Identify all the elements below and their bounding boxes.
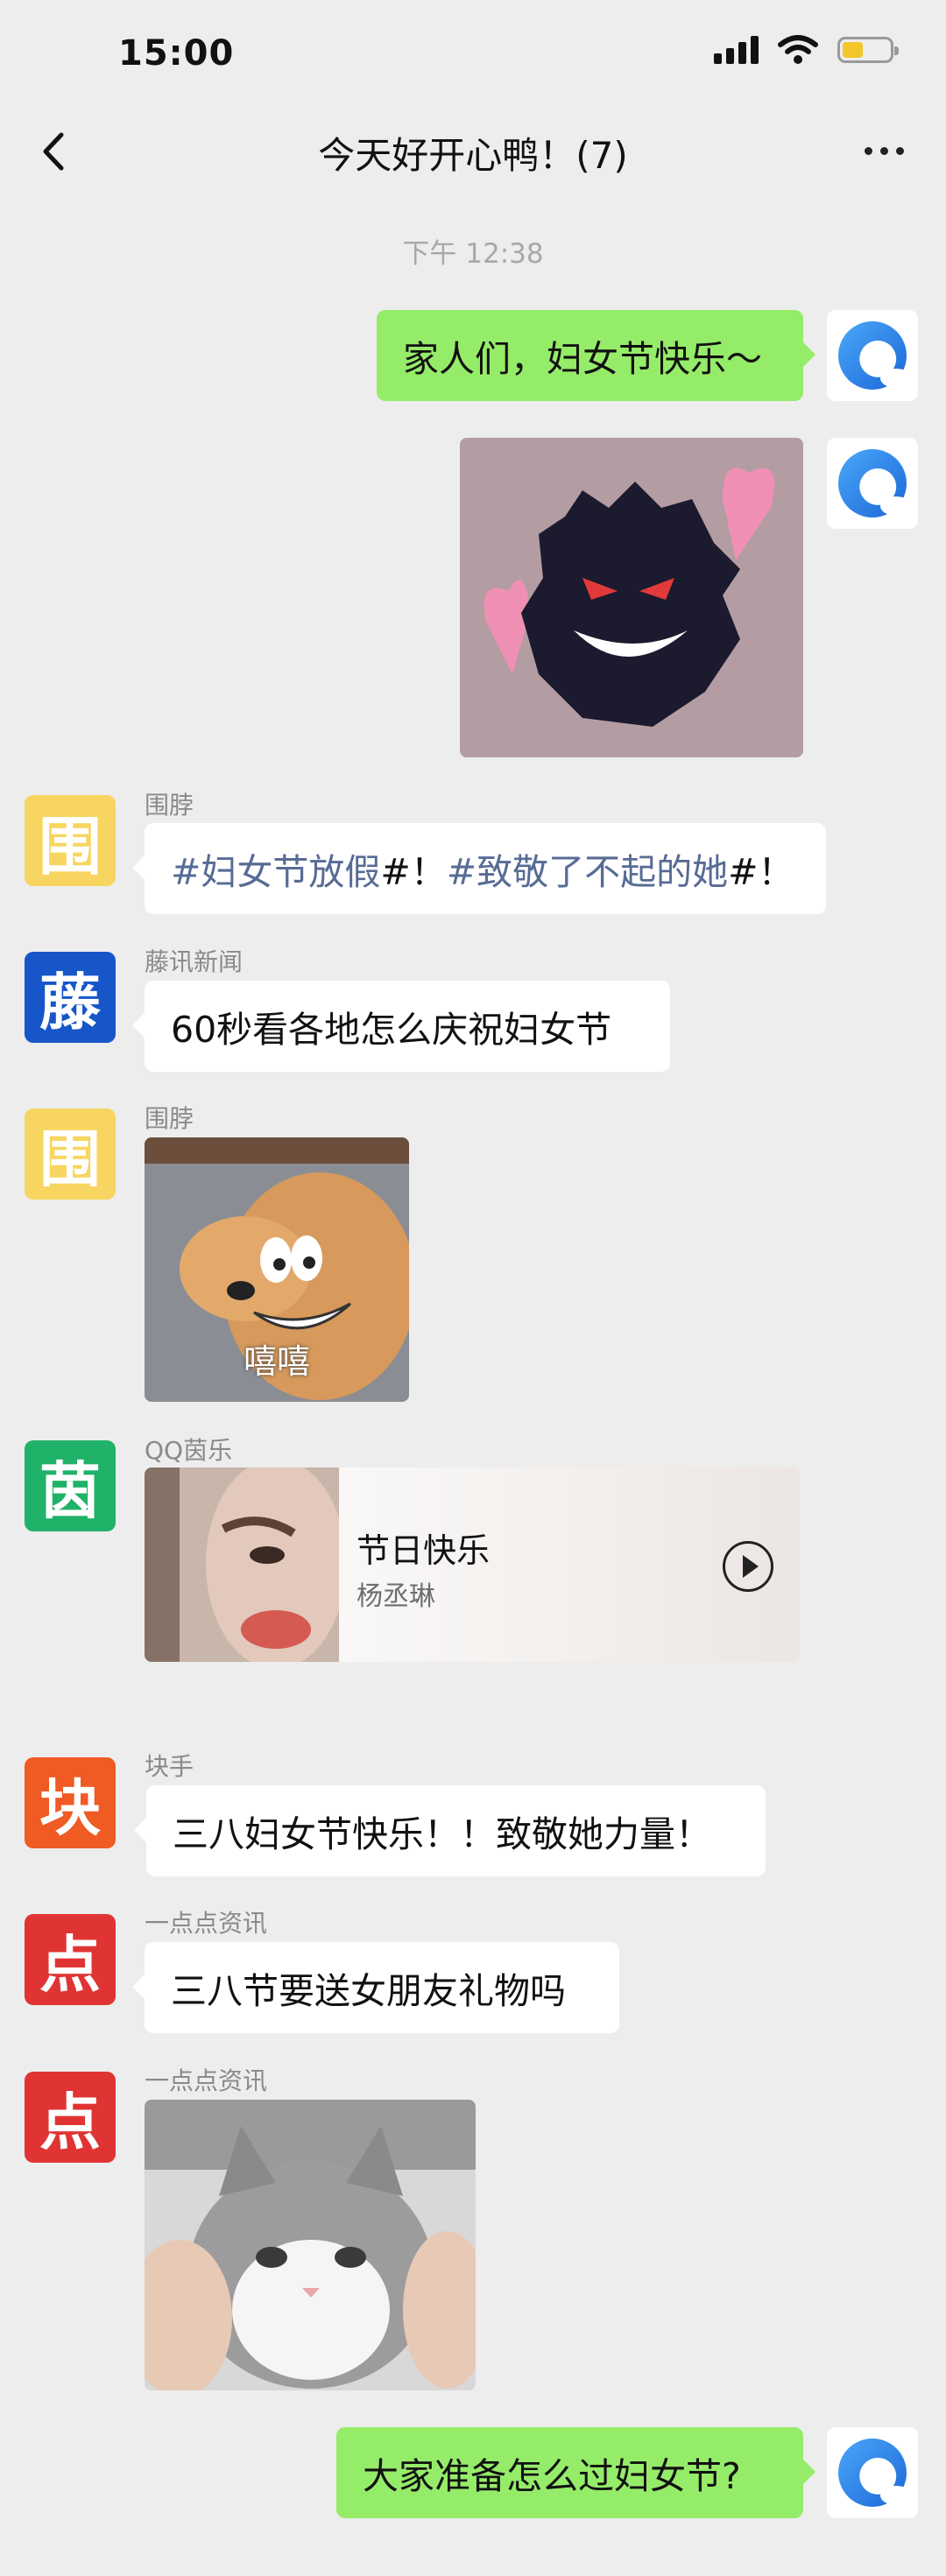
message-bubble-self[interactable]: 家人们，妇女节快乐～ [377, 310, 815, 401]
message-text: #！ [728, 851, 794, 893]
cat-photo-image[interactable] [145, 2100, 476, 2390]
self-avatar[interactable] [827, 438, 918, 529]
sender-name: QQ茵乐 [145, 1436, 233, 1465]
avatar-tengxun-news[interactable]: 藤 [25, 952, 116, 1043]
avatar-yidian[interactable]: 点 [25, 2072, 116, 2163]
avatar-yidian[interactable]: 点 [25, 1914, 116, 2005]
avatar-qq-music[interactable]: 茵 [25, 1440, 116, 1531]
status-time: 15:00 [118, 33, 235, 74]
album-cover [145, 1467, 346, 1662]
sender-name: 一点点资讯 [145, 2066, 268, 2095]
hashtag-link[interactable]: #致敬了不起的她 [447, 842, 728, 895]
sender-name: 一点点资讯 [145, 1909, 268, 1938]
avatar-weibo[interactable]: 围 [25, 795, 116, 886]
message-bubble-self[interactable]: 大家准备怎么过妇女节? [336, 2427, 815, 2518]
image-caption: 嘻嘻 [243, 1342, 310, 1381]
sender-name: 块手 [145, 1752, 194, 1781]
message-bubble[interactable]: #妇女节放假 #！ #致敬了不起的她 #！ [132, 823, 826, 914]
jerry-sticker-image[interactable]: 嘻嘻 [145, 1137, 409, 1402]
message-text: 家人们，妇女节快乐～ [403, 338, 762, 380]
status-icons [714, 35, 899, 65]
wifi-icon [778, 35, 818, 64]
battery-fill [843, 42, 864, 58]
message-text: 三八节要送女朋友礼物吗 [171, 1970, 566, 2012]
message-bubble[interactable]: 三八节要送女朋友礼物吗 [132, 1942, 619, 2033]
play-icon[interactable] [723, 1541, 773, 1592]
sender-name: 围脖 [145, 1104, 194, 1133]
message-text: 三八妇女节快乐！！致敬她力量！ [173, 1813, 711, 1855]
self-avatar[interactable] [827, 310, 918, 401]
gengar-sticker-image[interactable] [460, 438, 803, 757]
message-text: #！ [380, 851, 447, 893]
chat-timestamp: 下午 12:38 [402, 238, 544, 270]
message-bubble[interactable]: 三八妇女节快乐！！致敬她力量！ [134, 1785, 766, 1876]
message-text: 60秒看各地怎么庆祝妇女节 [171, 1009, 612, 1051]
message-bubble[interactable]: 60秒看各地怎么庆祝妇女节 [132, 981, 670, 1072]
song-title: 节日快乐 [357, 1531, 491, 1570]
avatar-kuaishou[interactable]: 块 [25, 1757, 116, 1848]
more-icon[interactable] [865, 147, 904, 155]
sender-name: 围脖 [145, 791, 194, 820]
self-avatar[interactable] [827, 2427, 918, 2518]
battery-icon [837, 37, 899, 63]
hashtag-link[interactable]: #妇女节放假 [171, 842, 380, 895]
music-card[interactable]: 节日快乐 杨丞琳 [145, 1467, 800, 1662]
signal-icon [714, 36, 759, 64]
message-text: 大家准备怎么过妇女节? [363, 2455, 741, 2497]
sender-name: 藤讯新闻 [145, 947, 244, 976]
song-artist: 杨丞琳 [357, 1581, 435, 1612]
avatar-weibo[interactable]: 围 [25, 1109, 116, 1200]
chat-title: 今天好开心鸭！(7) [318, 134, 628, 177]
